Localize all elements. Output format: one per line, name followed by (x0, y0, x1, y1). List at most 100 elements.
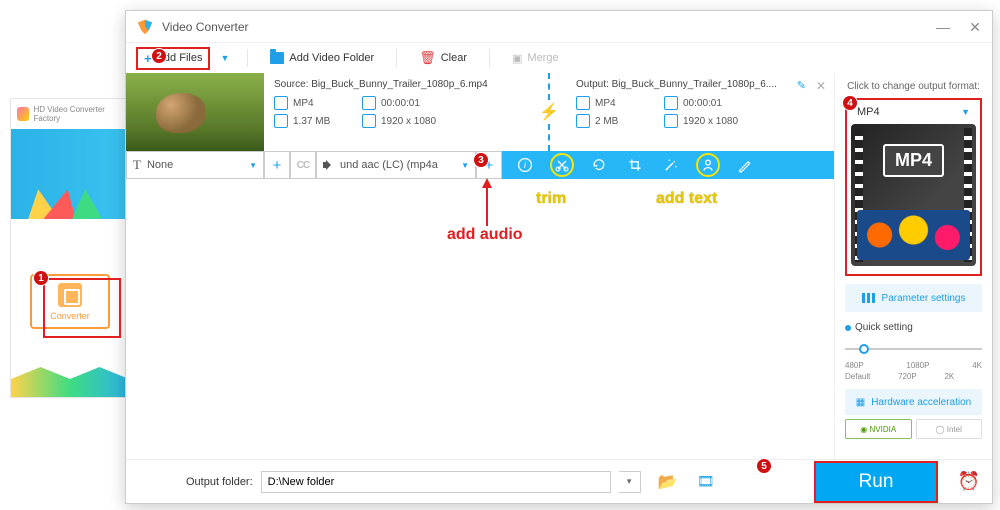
annotation-badge-4: 4 (842, 95, 858, 111)
resolution-slider[interactable] (845, 339, 982, 359)
add-files-dropdown[interactable]: ▼ (216, 53, 233, 63)
edit-output-button[interactable]: ✎ (797, 79, 806, 92)
chevron-down-icon: ▼ (249, 161, 257, 170)
audio-track-select[interactable]: und aac (LC) (mp4a ▼ (316, 151, 476, 179)
app-logo-icon (136, 18, 154, 36)
file-list-area: Source: Big_Buck_Bunny_Trailer_1080p_6.m… (126, 73, 834, 459)
add-files-button[interactable]: + Add Files (136, 47, 210, 70)
audio-value: und aac (LC) (mp4a (340, 159, 456, 171)
add-video-folder-button[interactable]: Add Video Folder (262, 49, 382, 67)
toolbar: + Add Files ▼ Add Video Folder 🗑 Clear ▣… (126, 43, 992, 73)
change-format-label: Click to change output format: (845, 81, 982, 92)
hw-label: Hardware acceleration (871, 397, 971, 408)
size-icon (274, 114, 288, 128)
merge-icon: ▣ (512, 52, 522, 65)
open-folder-button[interactable]: 📂 (657, 472, 679, 492)
clock-icon (664, 96, 678, 110)
bg-app-logo-icon (17, 107, 29, 121)
nvidia-button[interactable]: ◉ NVIDIA (845, 419, 912, 439)
text-icon: T (133, 157, 141, 173)
folder-icon (270, 52, 284, 64)
chip-icon: ▦ (856, 397, 865, 408)
clear-button[interactable]: 🗑 Clear (411, 47, 475, 69)
add-subtitle-button[interactable]: + (264, 151, 290, 179)
resolution-icon (362, 114, 376, 128)
right-panel: Click to change output format: MP4 ▼ MP4… (834, 73, 992, 459)
window-title: Video Converter (162, 20, 249, 34)
source-panel: Source: Big_Buck_Bunny_Trailer_1080p_6.m… (264, 73, 532, 151)
video-thumbnail[interactable] (126, 73, 264, 151)
bg-converter-label: Converter (50, 311, 90, 321)
dot-icon (845, 325, 851, 331)
background-app-window: HD Video Converter Factory Converter (10, 98, 130, 398)
out-format: MP4 (595, 98, 616, 109)
svg-text:i: i (524, 160, 527, 170)
bg-app-footer-art (11, 367, 129, 397)
info-button[interactable]: i (514, 154, 536, 176)
param-label: Parameter settings (882, 293, 966, 304)
src-size: 1.37 MB (293, 116, 330, 127)
output-folder-label: Output folder: (186, 476, 253, 488)
slider-thumb[interactable] (859, 344, 869, 354)
trash-icon: 🗑 (419, 50, 436, 66)
sliders-icon (862, 293, 876, 303)
output-folder-dropdown[interactable]: ▾ (619, 471, 641, 493)
cc-button[interactable]: CC (290, 151, 316, 179)
titlebar: Video Converter — ✕ (126, 11, 992, 43)
merge-label: Merge (527, 52, 558, 64)
format-preview: MP4 (851, 124, 976, 266)
output-folder-input[interactable] (261, 471, 611, 493)
slider-labels-bottom: Default720P2K (845, 372, 982, 381)
size-icon (576, 114, 590, 128)
watermark-button[interactable] (696, 153, 720, 177)
rotate-button[interactable] (588, 154, 610, 176)
intel-icon: ◯ (936, 425, 945, 434)
annotation-badge-1: 1 (33, 270, 49, 286)
subtitle-value: None (147, 159, 173, 171)
parameter-settings-button[interactable]: Parameter settings (845, 284, 982, 312)
resolution-icon (664, 114, 678, 128)
quick-setting-section: Quick setting 480P1080P4K Default720P2K (845, 322, 982, 381)
merge-button[interactable]: ▣ Merge (504, 49, 567, 68)
trim-button[interactable] (550, 153, 574, 177)
clear-label: Clear (441, 52, 467, 64)
intel-button[interactable]: ◯ Intel (916, 419, 983, 439)
clock-icon (362, 96, 376, 110)
annotation-badge-2: 2 (151, 48, 167, 64)
close-button[interactable]: ✕ (968, 20, 982, 34)
slider-labels-top: 480P1080P4K (845, 361, 982, 370)
output-format-box[interactable]: MP4 ▼ MP4 (845, 98, 982, 276)
run-button-wrap: Run (814, 461, 938, 503)
src-resolution: 1920 x 1080 (381, 116, 436, 127)
src-duration: 00:00:01 (381, 98, 420, 109)
minimize-button[interactable]: — (936, 20, 950, 34)
hardware-acceleration-button[interactable]: ▦ Hardware acceleration (845, 389, 982, 415)
speaker-icon (323, 159, 335, 171)
chevron-down-icon: ▼ (961, 107, 970, 117)
film-icon (58, 283, 82, 307)
subtitle-select[interactable]: T None ▼ (126, 151, 264, 179)
effects-button[interactable] (660, 154, 682, 176)
run-button[interactable]: Run (816, 463, 936, 501)
bg-app-titlebar: HD Video Converter Factory (11, 99, 129, 129)
annotation-badge-5: 5 (756, 458, 772, 474)
annotation-badge-3: 3 (473, 152, 489, 168)
output-panel: ✎ ✕ Output: Big_Buck_Bunny_Trailer_1080p… (566, 73, 834, 151)
format-name: MP4 (857, 106, 880, 118)
crop-button[interactable] (624, 154, 646, 176)
chevron-down-icon: ▼ (461, 161, 469, 170)
remove-file-button[interactable]: ✕ (816, 79, 826, 93)
video-converter-window: Video Converter — ✕ + Add Files ▼ Add Vi… (125, 10, 993, 504)
draw-button[interactable] (734, 154, 756, 176)
out-duration: 00:00:01 (683, 98, 722, 109)
output-filename: Big_Buck_Bunny_Trailer_1080p_6.... (612, 79, 777, 90)
schedule-button[interactable]: ⏰ (956, 469, 982, 495)
annotation-add-audio: add audio (447, 226, 523, 244)
out-size: 2 MB (595, 116, 618, 127)
video-settings-button[interactable]: 🎞 (695, 472, 717, 492)
annotation-trim: trim (536, 190, 566, 208)
bg-app-title: HD Video Converter Factory (33, 105, 123, 123)
lightning-icon: ⚡ (539, 102, 559, 122)
source-filename: Big_Buck_Bunny_Trailer_1080p_6.mp4 (311, 79, 487, 90)
src-format: MP4 (293, 98, 314, 109)
